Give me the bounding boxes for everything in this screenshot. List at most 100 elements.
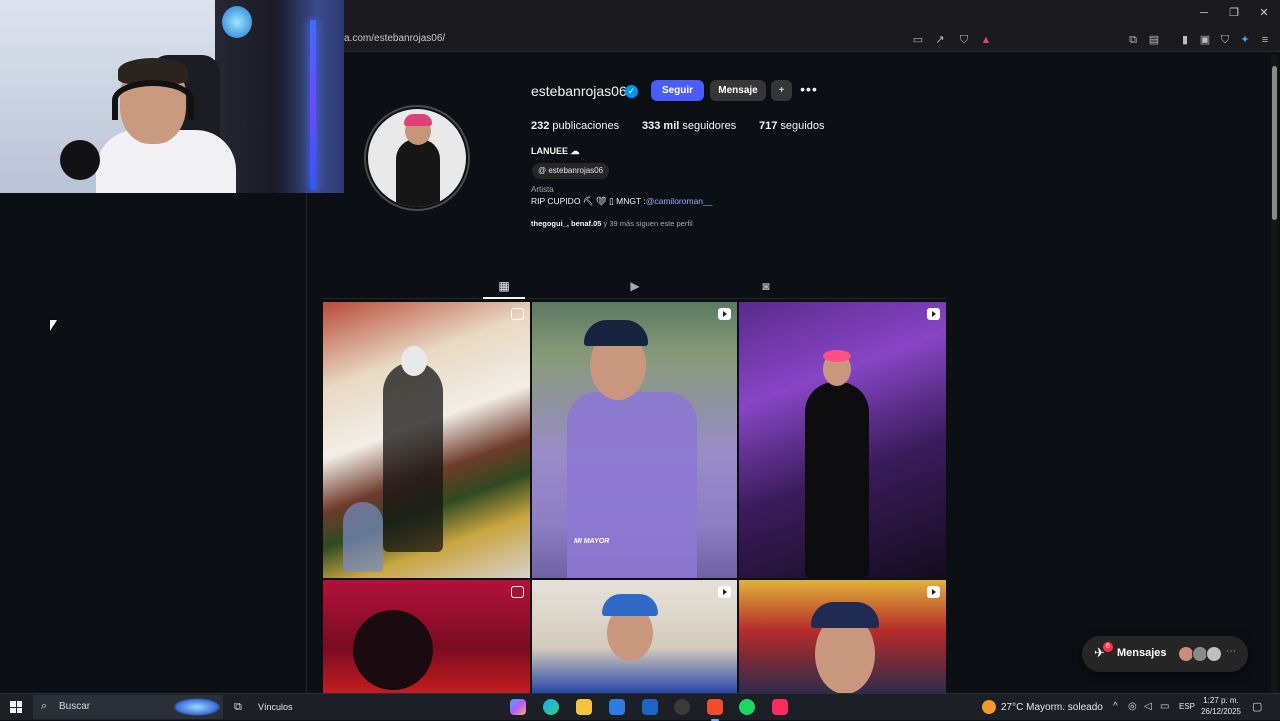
follow-button[interactable]: Seguir xyxy=(651,80,704,101)
share-icon[interactable]: ↗ xyxy=(933,33,947,47)
taskbar-vinculos[interactable]: Vínculos xyxy=(258,702,293,712)
post-caption: MI MAYOR xyxy=(574,538,610,545)
brave-icon[interactable] xyxy=(707,699,723,721)
url-text[interactable]: a.com/estebanrojas06/ xyxy=(344,33,445,44)
search-icon: ⌕ xyxy=(41,700,48,712)
store-icon[interactable] xyxy=(609,699,625,715)
maximize-button[interactable]: ❐ xyxy=(1226,6,1242,20)
profile-full-name: LANUEE ☁ xyxy=(531,146,580,156)
post-tile[interactable] xyxy=(323,580,530,693)
avatar[interactable] xyxy=(368,109,466,207)
profile-bio: RIP CUPIDO ⛏ ❤ ▯ MNGT :@camiloroman__ xyxy=(531,196,712,207)
suggest-similar-button[interactable]: + xyxy=(771,80,792,101)
post-tile[interactable] xyxy=(739,302,946,578)
tab-reels[interactable]: ▶ xyxy=(627,279,643,293)
tab-active-indicator xyxy=(483,297,525,299)
webcam-microphone xyxy=(60,140,100,180)
spotify-icon[interactable] xyxy=(739,699,755,715)
webcam-overlay xyxy=(0,0,344,193)
post-tile[interactable] xyxy=(323,302,530,578)
network-icon[interactable]: ▭ xyxy=(1160,701,1169,712)
tab-posts[interactable]: ▦ xyxy=(496,279,512,293)
brave-shield-icon[interactable]: ⛉ xyxy=(957,33,971,47)
bio-mention-link[interactable]: @camiloroman__ xyxy=(646,196,713,206)
profile-username: estebanrojas06 xyxy=(531,83,627,99)
brave-rewards-icon[interactable]: ▲ xyxy=(979,33,993,47)
volume-icon[interactable]: ◁ xyxy=(1144,701,1152,712)
task-view-icon[interactable]: ⧉ xyxy=(234,701,242,714)
carousel-icon xyxy=(511,586,524,598)
sidebar-icon[interactable]: ▮ xyxy=(1178,33,1192,47)
webcam-lamp xyxy=(222,6,252,38)
reel-icon xyxy=(718,586,731,598)
person-plus-icon: + xyxy=(778,85,785,96)
avatar xyxy=(1206,646,1222,662)
scrollbar-thumb[interactable] xyxy=(1272,66,1277,220)
reader-icon[interactable]: ▤ xyxy=(1147,33,1161,47)
bio-text: RIP CUPIDO ⛏ ❤ ▯ MNGT : xyxy=(531,196,646,206)
messages-label: Mensajes xyxy=(1117,647,1167,659)
sidebar-divider xyxy=(306,193,307,693)
tab-tagged[interactable]: ◙ xyxy=(758,279,774,293)
outlook-icon[interactable] xyxy=(642,699,658,715)
minimize-button[interactable]: ─ xyxy=(1196,6,1212,20)
clock-date[interactable]: 26/12/2025 xyxy=(1199,707,1243,716)
carousel-icon xyxy=(511,308,524,320)
windows-taskbar: ⌕ Buscar ⧉ Vínculos 27°C Mayorm. soleado… xyxy=(0,693,1280,721)
wallet-icon[interactable]: ▣ xyxy=(1198,33,1212,47)
followed-by-names: thegogui_, benaf.05 xyxy=(531,219,602,228)
more-avatars-icon: ⋯ xyxy=(1226,646,1236,657)
file-explorer-icon[interactable] xyxy=(576,699,592,715)
message-button[interactable]: Mensaje xyxy=(710,80,766,101)
more-options-button[interactable]: ••• xyxy=(800,80,818,101)
posts-label: publicaciones xyxy=(552,120,620,132)
search-placeholder: Buscar xyxy=(59,701,91,712)
followers-count: 333 mil xyxy=(642,120,680,132)
reel-icon xyxy=(927,308,940,320)
tray-app-icon[interactable]: ◎ xyxy=(1128,701,1137,712)
avatar-hair xyxy=(404,114,432,126)
threads-icon: @ xyxy=(538,166,547,175)
reel-icon xyxy=(927,586,940,598)
followed-by[interactable]: thegogui_, benaf.05 y 39 más siguen este… xyxy=(531,219,693,228)
taskbar-search[interactable]: ⌕ Buscar xyxy=(33,695,223,719)
tiktok-icon[interactable] xyxy=(772,699,788,715)
verified-icon: ✓ xyxy=(625,85,638,98)
post-tile[interactable] xyxy=(532,580,737,693)
tabs-divider xyxy=(323,298,946,299)
webcam-led-strip xyxy=(310,20,316,190)
edge-icon[interactable] xyxy=(543,699,559,715)
messages-button[interactable]: ✈ 6 Mensajes ⋯ xyxy=(1082,636,1248,672)
leo-icon[interactable]: ✦ xyxy=(1238,33,1252,47)
posts-count: 232 xyxy=(531,120,550,132)
weather-icon[interactable] xyxy=(982,700,996,714)
cast-icon[interactable]: ▭ xyxy=(911,33,925,47)
menu-icon[interactable]: ≡ xyxy=(1258,33,1272,47)
profile-category: Artista xyxy=(531,185,554,194)
following-count: 717 xyxy=(759,120,778,132)
close-button[interactable]: ✕ xyxy=(1256,6,1272,20)
following-label: seguidos xyxy=(780,120,825,132)
stat-following[interactable]: 717 seguidos xyxy=(759,120,824,132)
stat-followers[interactable]: 333 mil seguidores xyxy=(642,120,736,132)
grid-icon: ▦ xyxy=(498,279,510,293)
copilot-icon[interactable] xyxy=(510,699,526,715)
tray-chevron-icon[interactable]: ^ xyxy=(1113,701,1118,712)
followed-by-rest: y 39 más siguen este perfil xyxy=(601,219,693,228)
windows-start-icon[interactable] xyxy=(10,701,22,713)
tagged-icon: ◙ xyxy=(762,279,770,293)
search-highlight-art xyxy=(173,698,221,716)
post-tile[interactable] xyxy=(739,580,946,693)
extensions-icon[interactable]: ⧉ xyxy=(1126,33,1140,47)
language-indicator[interactable]: ESP xyxy=(1179,702,1195,711)
notification-icon[interactable]: ▢ xyxy=(1252,700,1262,713)
obs-icon[interactable] xyxy=(674,699,690,715)
post-tile[interactable]: MI MAYOR xyxy=(532,302,737,578)
reels-icon: ▶ xyxy=(630,279,640,293)
vpn-icon[interactable]: ⛉ xyxy=(1218,33,1232,47)
clock-time[interactable]: 1:27 p. m. xyxy=(1201,696,1241,705)
followers-label: seguidores xyxy=(682,120,737,132)
weather-text[interactable]: 27°C Mayorm. soleado xyxy=(1001,702,1103,713)
webcam-headset xyxy=(112,80,194,120)
threads-badge[interactable]: @ estebanrojas06 xyxy=(532,163,610,179)
